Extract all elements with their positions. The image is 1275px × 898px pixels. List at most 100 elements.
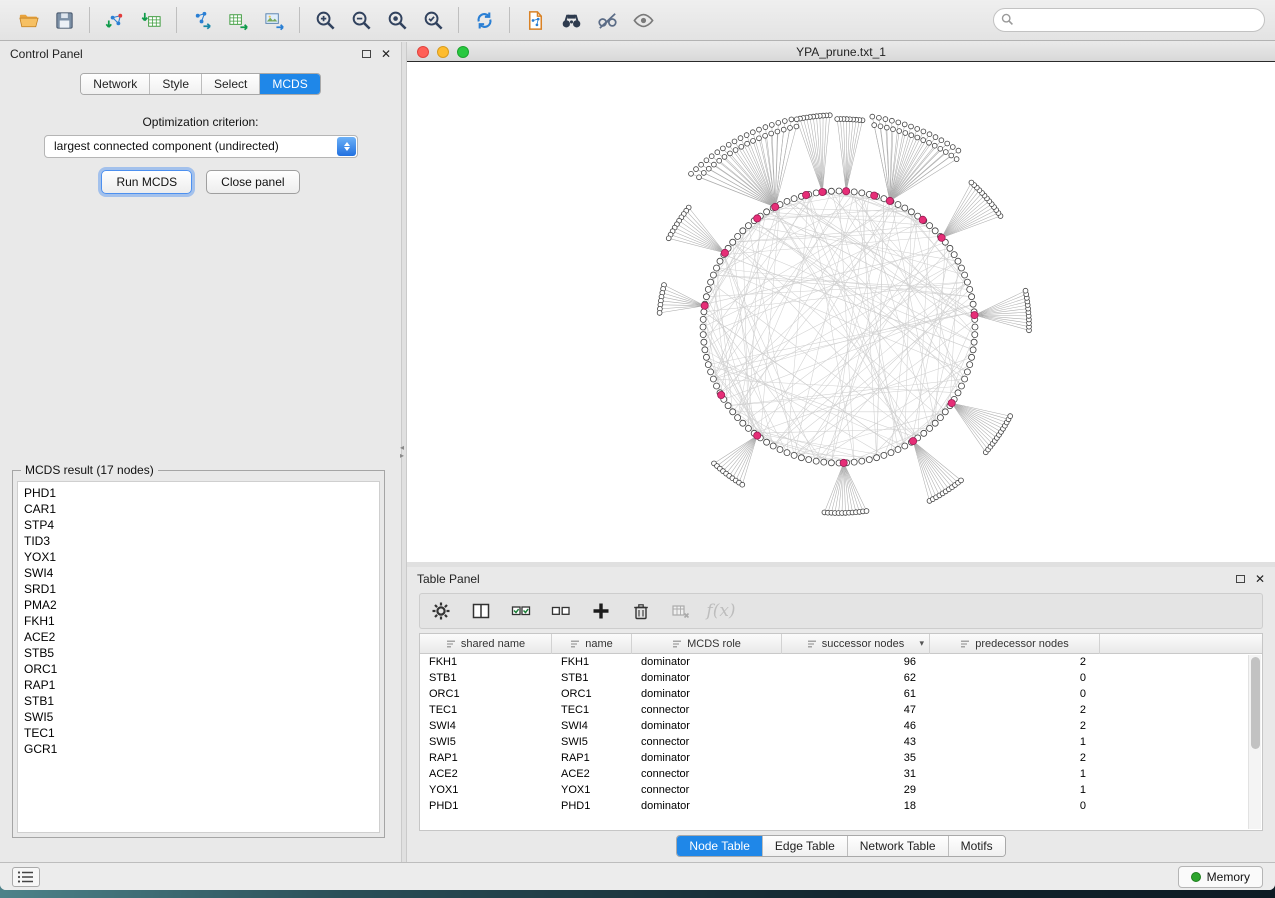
column-header-predecessor-nodes[interactable]: predecessor nodes	[930, 634, 1100, 654]
save-session-button[interactable]	[46, 4, 82, 36]
table-row[interactable]: YOX1YOX1connector291	[420, 782, 1262, 798]
mcds-result-item[interactable]: ACE2	[24, 629, 373, 645]
run-mcds-button[interactable]: Run MCDS	[101, 170, 192, 194]
tab-network[interactable]: Network	[81, 74, 149, 94]
mcds-result-item[interactable]: CAR1	[24, 501, 373, 517]
zoom-selected-button[interactable]	[415, 4, 451, 36]
zoom-out-button[interactable]	[343, 4, 379, 36]
toolbar-separator	[509, 7, 510, 33]
open-session-button[interactable]	[10, 4, 46, 36]
table-row[interactable]: STB1STB1dominator620	[420, 670, 1262, 686]
tab-select[interactable]: Select	[201, 74, 259, 94]
mcds-result-item[interactable]: GCR1	[24, 741, 373, 757]
toolbar-separator	[176, 7, 177, 33]
tab-node-table[interactable]: Node Table	[677, 836, 762, 856]
mcds-result-item[interactable]: ORC1	[24, 661, 373, 677]
column-header-shared-name[interactable]: shared name	[420, 634, 552, 654]
tab-motifs[interactable]: Motifs	[948, 836, 1005, 856]
close-table-panel-icon[interactable]: ✕	[1255, 572, 1265, 586]
hide-details-button[interactable]	[589, 4, 625, 36]
tab-mcds[interactable]: MCDS	[259, 74, 319, 94]
criterion-select[interactable]: largest connected component (undirected)	[44, 135, 358, 158]
export-network-button[interactable]	[184, 4, 220, 36]
tab-style[interactable]: Style	[149, 74, 201, 94]
search-input[interactable]	[993, 8, 1265, 32]
table-row[interactable]: ACE2ACE2connector311	[420, 766, 1262, 782]
mcds-result-item[interactable]: TID3	[24, 533, 373, 549]
table-cell	[1100, 686, 1262, 702]
column-header-successor-nodes[interactable]: successor nodes▾	[782, 634, 930, 654]
table-cell: 0	[930, 798, 1100, 814]
mcds-result-item[interactable]: STB1	[24, 693, 373, 709]
show-columns-button[interactable]	[468, 598, 494, 624]
table-cell: dominator	[632, 718, 782, 734]
mcds-result-item[interactable]: SWI4	[24, 565, 373, 581]
column-header-filler	[1100, 634, 1262, 654]
mcds-result-item[interactable]: RAP1	[24, 677, 373, 693]
table-row[interactable]: RAP1RAP1dominator352	[420, 750, 1262, 766]
network-canvas[interactable]	[407, 62, 1275, 562]
mcds-result-item[interactable]: STP4	[24, 517, 373, 533]
table-row[interactable]: FKH1FKH1dominator962	[420, 654, 1262, 670]
table-cell: 62	[782, 670, 930, 686]
table-cell: ORC1	[552, 686, 632, 702]
memory-button[interactable]: Memory	[1178, 866, 1263, 888]
export-table-button[interactable]	[220, 4, 256, 36]
tab-edge-table[interactable]: Edge Table	[762, 836, 847, 856]
add-column-button[interactable]	[588, 598, 614, 624]
memory-label: Memory	[1207, 870, 1250, 884]
deselect-all-rows-button[interactable]	[548, 598, 574, 624]
mcds-result-item[interactable]: TEC1	[24, 725, 373, 741]
zoom-fit-button[interactable]	[379, 4, 415, 36]
tab-network-table[interactable]: Network Table	[847, 836, 948, 856]
table-cell: dominator	[632, 798, 782, 814]
mcds-result-list[interactable]: PHD1CAR1STP4TID3YOX1SWI4SRD1PMA2FKH1ACE2…	[17, 481, 380, 833]
import-table-button[interactable]	[133, 4, 169, 36]
export-table-icon	[227, 9, 250, 32]
mcds-result-title: MCDS result (17 nodes)	[21, 463, 158, 477]
mcds-result-item[interactable]: SRD1	[24, 581, 373, 597]
scrollbar-thumb[interactable]	[1251, 657, 1260, 749]
delete-table-button[interactable]	[668, 598, 694, 624]
zoom-in-button[interactable]	[307, 4, 343, 36]
search-icon	[1001, 13, 1014, 26]
mcds-result-item[interactable]: STB5	[24, 645, 373, 661]
sort-dropdown-icon[interactable]: ▾	[919, 639, 924, 649]
float-panel-icon[interactable]	[362, 50, 371, 58]
table-row[interactable]: ORC1ORC1dominator610	[420, 686, 1262, 702]
import-network-button[interactable]	[97, 4, 133, 36]
mcds-result-item[interactable]: PMA2	[24, 597, 373, 613]
table-row[interactable]: SWI5SWI5connector431	[420, 734, 1262, 750]
table-row[interactable]: TEC1TEC1connector472	[420, 702, 1262, 718]
share-document-button[interactable]	[517, 4, 553, 36]
delete-column-button[interactable]	[628, 598, 654, 624]
mcds-result-item[interactable]: SWI5	[24, 709, 373, 725]
column-sort-icon	[446, 639, 456, 649]
table-row[interactable]: PHD1PHD1dominator180	[420, 798, 1262, 814]
export-network-icon	[191, 9, 214, 32]
close-panel-button[interactable]: Close panel	[206, 170, 299, 194]
show-details-button[interactable]	[625, 4, 661, 36]
table-cell: 47	[782, 702, 930, 718]
table-cell: FKH1	[552, 654, 632, 670]
mcds-result-item[interactable]: FKH1	[24, 613, 373, 629]
close-panel-icon[interactable]: ✕	[381, 47, 391, 61]
table-cell: PHD1	[552, 798, 632, 814]
table-cell: FKH1	[420, 654, 552, 670]
function-builder-button[interactable]: f(x)	[708, 598, 734, 624]
panel-menu-button[interactable]	[12, 867, 40, 887]
table-scrollbar[interactable]	[1248, 655, 1261, 829]
apply-layout-button[interactable]	[466, 4, 502, 36]
table-cell	[1100, 654, 1262, 670]
mcds-result-item[interactable]: YOX1	[24, 549, 373, 565]
table-settings-button[interactable]	[428, 598, 454, 624]
column-header-name[interactable]: name	[552, 634, 632, 654]
select-all-rows-button[interactable]	[508, 598, 534, 624]
mcds-result-item[interactable]: PHD1	[24, 485, 373, 501]
find-button[interactable]	[553, 4, 589, 36]
column-header-mcds-role[interactable]: MCDS role	[632, 634, 782, 654]
table-row[interactable]: SWI4SWI4dominator462	[420, 718, 1262, 734]
float-table-panel-icon[interactable]	[1236, 575, 1245, 583]
export-image-button[interactable]	[256, 4, 292, 36]
table-cell: SWI4	[420, 718, 552, 734]
